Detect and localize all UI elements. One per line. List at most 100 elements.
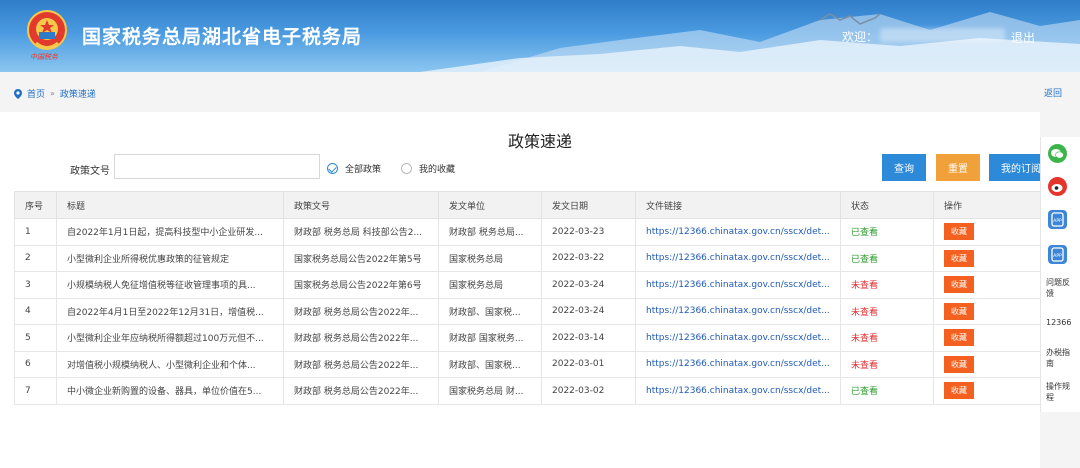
table-row: 5 小型微利企业年应纳税所得额超过100万元但不... 财政部 税务总局公告2022… — [14, 324, 1041, 352]
row-title[interactable]: 自2022年4月1日至2022年12月31日，增值税... — [56, 297, 284, 325]
favorite-button[interactable]: 收藏 — [944, 382, 974, 400]
col-status: 状态 — [840, 191, 934, 219]
radio-all-policies[interactable]: 全部政策 — [327, 162, 381, 175]
row-title[interactable]: 对增值税小规模纳税人、小型微利企业和个体... — [56, 350, 284, 378]
col-issuer: 发文单位 — [438, 191, 542, 219]
row-action: 收藏 — [933, 271, 1041, 299]
radio-unchecked-icon[interactable] — [401, 163, 412, 174]
radio-my-favorites[interactable]: 我的收藏 — [401, 162, 455, 175]
table-body: 1 自2022年1月1日起，提高科技型中小企业研发... 财政部 税务总局 科技部公… — [14, 218, 1041, 405]
row-link[interactable]: https://12366.chinatax.gov.cn/sscx/det..… — [635, 218, 841, 246]
col-date: 发文日期 — [541, 191, 636, 219]
location-pin-icon — [14, 88, 22, 99]
procedure-link[interactable]: 操作规程 — [1046, 381, 1076, 403]
slogan-seal: 中国税务 — [30, 53, 58, 61]
col-index: 序号 — [14, 191, 57, 219]
row-link[interactable]: https://12366.chinatax.gov.cn/sscx/det..… — [635, 244, 841, 272]
row-date: 2022-03-23 — [541, 218, 636, 246]
row-date: 2022-03-24 — [541, 271, 636, 299]
my-subscriptions-button[interactable]: 我的订阅 — [989, 154, 1041, 181]
tax-guide-link[interactable]: 办税指南 — [1046, 347, 1076, 369]
welcome-text: 欢迎： — [842, 30, 879, 44]
row-status: 未查看 — [840, 350, 934, 378]
wechat-icon[interactable] — [1048, 144, 1067, 163]
app-icon[interactable]: APP — [1048, 245, 1067, 264]
row-link[interactable]: https://12366.chinatax.gov.cn/sscx/det..… — [635, 377, 841, 405]
radio-fav-label: 我的收藏 — [419, 165, 456, 175]
row-issuer: 国家税务总局 — [438, 271, 542, 299]
row-doc-no: 国家税务总局公告2022年第5号 — [283, 244, 439, 272]
row-title[interactable]: 中小微企业新购置的设备、器具，单位价值在5... — [56, 377, 284, 405]
row-title[interactable]: 小规模纳税人免征增值税等征收管理事项的具... — [56, 271, 284, 299]
favorite-button[interactable]: 收藏 — [944, 329, 974, 347]
reset-button[interactable]: 重置 — [936, 154, 980, 181]
row-status: 已查看 — [840, 218, 934, 246]
breadcrumb-bar: 首页 » 政策速递 — [0, 72, 1080, 112]
weibo-icon[interactable] — [1048, 177, 1067, 196]
row-action: 收藏 — [933, 350, 1041, 378]
row-issuer: 国家税务总局 — [438, 244, 542, 272]
row-status: 未查看 — [840, 271, 934, 299]
table-row: 6 对增值税小规模纳税人、小型微利企业和个体... 财政部 税务总局公告2022年.… — [14, 350, 1041, 378]
site-title: 国家税务总局湖北省电子税务局 — [82, 26, 363, 48]
row-date: 2022-03-22 — [541, 244, 636, 272]
radio-all-label: 全部政策 — [345, 165, 382, 175]
row-title[interactable]: 小型微利企业年应纳税所得额超过100万元但不... — [56, 324, 284, 352]
row-date: 2022-03-01 — [541, 350, 636, 378]
row-status: 未查看 — [840, 297, 934, 325]
app-icon[interactable]: APP — [1048, 210, 1067, 229]
favorite-button[interactable]: 收藏 — [944, 223, 974, 241]
col-link: 文件链接 — [635, 191, 841, 219]
row-doc-no: 财政部 税务总局公告2022年... — [283, 377, 439, 405]
username-redacted — [880, 28, 1005, 42]
float-sidebar: APP APP 问题反馈 12366 办税指南 操作规程 — [1040, 137, 1080, 412]
row-issuer: 财政部 税务总局... — [438, 218, 542, 246]
table-row: 2 小型微利企业所得税优惠政策的征管规定 国家税务总局公告2022年第5号 国家税务总… — [14, 244, 1041, 272]
page-title: 政策速递 — [507, 132, 572, 151]
row-index: 1 — [14, 218, 57, 246]
row-date: 2022-03-02 — [541, 377, 636, 405]
row-status: 未查看 — [840, 324, 934, 352]
favorite-button[interactable]: 收藏 — [944, 249, 974, 267]
row-doc-no: 国家税务总局公告2022年第6号 — [283, 271, 439, 299]
breadcrumb: 首页 » 政策速递 — [14, 87, 96, 100]
table-header-row: 序号 标题 政策文号 发文单位 发文日期 文件链接 状态 操作 — [14, 191, 1041, 219]
row-index: 5 — [14, 324, 57, 352]
row-doc-no: 财政部 税务总局公告2022年... — [283, 350, 439, 378]
row-action: 收藏 — [933, 218, 1041, 246]
hotline-12366[interactable]: 12366 — [1046, 317, 1076, 328]
doc-no-label: 政策文号 — [70, 166, 110, 177]
row-action: 收藏 — [933, 297, 1041, 325]
table-row: 1 自2022年1月1日起，提高科技型中小企业研发... 财政部 税务总局 科技部公… — [14, 218, 1041, 246]
feedback-link[interactable]: 问题反馈 — [1046, 277, 1076, 299]
policy-table: 序号 标题 政策文号 发文单位 发文日期 文件链接 状态 操作 1 自2022年1… — [14, 191, 1041, 405]
row-index: 7 — [14, 377, 57, 405]
row-link[interactable]: https://12366.chinatax.gov.cn/sscx/det..… — [635, 350, 841, 378]
row-issuer: 财政部、国家税... — [438, 350, 542, 378]
table-row: 7 中小微企业新购置的设备、器具，单位价值在5... 财政部 税务总局公告2022年… — [14, 377, 1041, 405]
breadcrumb-current[interactable]: 政策速递 — [60, 87, 96, 100]
row-title[interactable]: 自2022年1月1日起，提高科技型中小企业研发... — [56, 218, 284, 246]
logout-link[interactable]: 退出 — [1011, 29, 1035, 46]
row-title[interactable]: 小型微利企业所得税优惠政策的征管规定 — [56, 244, 284, 272]
row-index: 3 — [14, 271, 57, 299]
favorite-button[interactable]: 收藏 — [944, 355, 974, 373]
back-link[interactable]: 返回 — [1044, 86, 1062, 99]
row-link[interactable]: https://12366.chinatax.gov.cn/sscx/det..… — [635, 324, 841, 352]
row-issuer: 财政部、国家税... — [438, 297, 542, 325]
row-index: 2 — [14, 244, 57, 272]
favorite-button[interactable]: 收藏 — [944, 276, 974, 294]
row-status: 已查看 — [840, 377, 934, 405]
row-issuer: 财政部 国家税务... — [438, 324, 542, 352]
row-link[interactable]: https://12366.chinatax.gov.cn/sscx/det..… — [635, 297, 841, 325]
breadcrumb-home[interactable]: 首页 — [27, 87, 45, 100]
doc-no-input[interactable] — [114, 154, 320, 179]
row-action: 收藏 — [933, 377, 1041, 405]
row-index: 4 — [14, 297, 57, 325]
row-doc-no: 财政部 税务总局公告2022年... — [283, 324, 439, 352]
favorite-button[interactable]: 收藏 — [944, 302, 974, 320]
radio-checked-icon[interactable] — [327, 163, 338, 174]
row-link[interactable]: https://12366.chinatax.gov.cn/sscx/det..… — [635, 271, 841, 299]
table-row: 3 小规模纳税人免征增值税等征收管理事项的具... 国家税务总局公告2022年第6号… — [14, 271, 1041, 299]
query-button[interactable]: 查询 — [882, 154, 926, 181]
